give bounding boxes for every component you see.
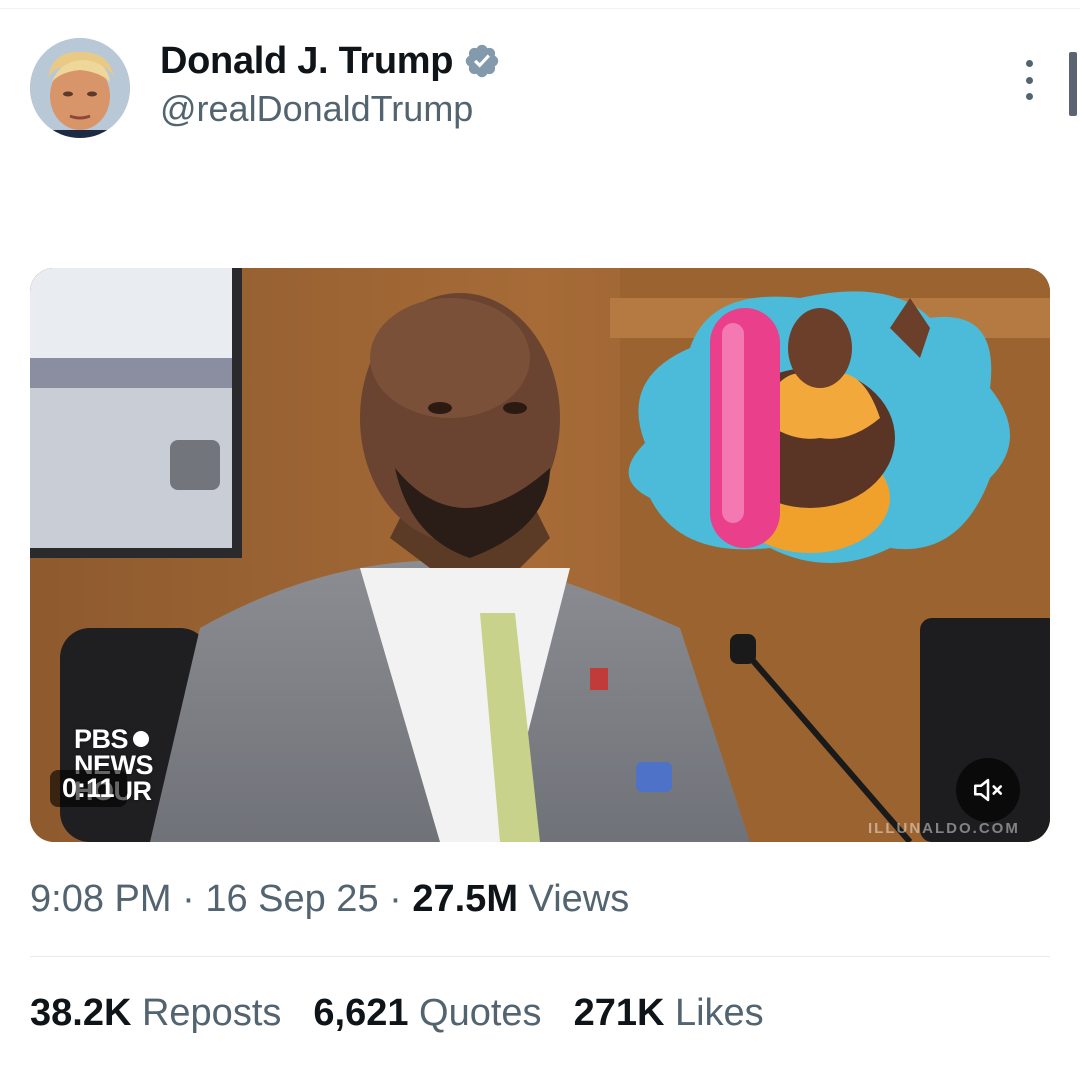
avatar[interactable] <box>30 38 130 138</box>
video-duration-badge: 0:11 <box>50 770 127 807</box>
video-player[interactable]: PBS NEWS HOUR 0:11 ILLUNALDO.COM <box>30 268 1050 842</box>
verified-badge-icon <box>465 44 499 78</box>
top-divider <box>0 8 1080 9</box>
reposts-label: Reposts <box>141 992 282 1034</box>
post-meta-row: 9:08 PM · 16 Sep 25 · 27.5M Views <box>30 878 629 921</box>
post-time[interactable]: 9:08 PM <box>30 878 172 920</box>
likes-stat[interactable]: 271K Likes <box>574 992 764 1035</box>
quotes-count: 6,621 <box>313 992 409 1034</box>
volume-muted-icon <box>973 778 1003 802</box>
scrollbar[interactable] <box>1069 52 1077 116</box>
more-vertical-icon[interactable] <box>1016 60 1042 100</box>
author-handle[interactable]: @realDonaldTrump <box>160 88 473 130</box>
author-name-row[interactable]: Donald J. Trump <box>160 38 501 84</box>
pbs-head-icon <box>133 731 150 747</box>
views-count: 27.5M <box>412 878 518 920</box>
mute-toggle-button[interactable] <box>956 758 1020 822</box>
engagement-stats: 38.2K Reposts 6,621 Quotes 271K Likes <box>30 992 796 1035</box>
views-label: Views <box>528 878 630 920</box>
author-display-name[interactable]: Donald J. Trump <box>160 40 454 83</box>
quotes-stat[interactable]: 6,621 Quotes <box>313 992 541 1035</box>
video-frame <box>30 268 1050 842</box>
reposts-count: 38.2K <box>30 992 132 1034</box>
likes-label: Likes <box>674 992 764 1034</box>
quotes-label: Quotes <box>419 992 542 1034</box>
stats-divider <box>30 956 1050 957</box>
post-date[interactable]: 16 Sep 25 <box>205 878 378 920</box>
reposts-stat[interactable]: 38.2K Reposts <box>30 992 281 1035</box>
video-watermark: ILLUNALDO.COM <box>868 820 1020 837</box>
meta-separator: · <box>171 878 206 920</box>
likes-count: 271K <box>573 992 665 1034</box>
meta-separator: · <box>378 878 413 920</box>
